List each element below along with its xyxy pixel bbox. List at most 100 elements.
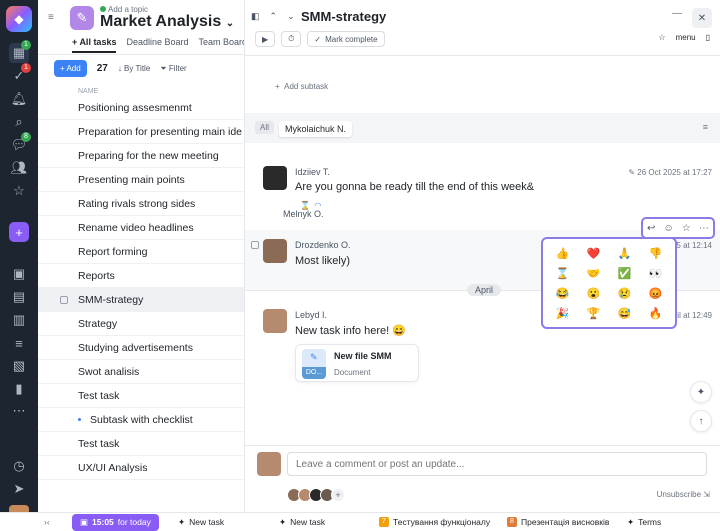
table-icon[interactable]: ▤	[9, 287, 29, 307]
app-logo-icon[interactable]: ◆	[6, 6, 32, 32]
people-icon[interactable]: 👥︎	[9, 158, 29, 178]
chevron-down-icon[interactable]: ⌄	[287, 11, 295, 22]
emoji-party[interactable]: 🎉	[556, 307, 570, 320]
emoji-trophy[interactable]: 🏆	[587, 307, 601, 320]
tab-deadline-board[interactable]: Deadline Board	[126, 37, 188, 53]
emoji-check[interactable]: ✅	[618, 267, 632, 280]
emoji-hourglass[interactable]: ⌛	[556, 267, 570, 280]
emoji-angry[interactable]: 😡	[649, 287, 663, 300]
emoji-thumbs-down[interactable]: 👎	[649, 247, 663, 260]
chat-icon[interactable]: 💬︎ 8	[9, 132, 31, 155]
table-row[interactable]: Preparation for presenting main ide	[38, 120, 244, 144]
unsubscribe-link[interactable]: Unsubscribe ⇲	[657, 490, 710, 499]
emoji-pray[interactable]: 🙏	[618, 247, 632, 260]
chart-icon[interactable]: ▮	[9, 379, 29, 399]
scroll-up-button[interactable]: ↑	[690, 410, 712, 432]
table-row[interactable]: UX/UI Analysis	[38, 456, 244, 480]
add-subscriber-icon[interactable]: +	[331, 488, 345, 502]
add-button[interactable]: + Add	[54, 60, 87, 77]
send-icon[interactable]: ➤	[9, 479, 29, 499]
table-row[interactable]: Reports	[38, 264, 244, 288]
timer-icon[interactable]: ◷	[9, 456, 29, 476]
more-icon[interactable]: ⋯	[699, 223, 709, 234]
project-title[interactable]: Market Analysis ⌄	[100, 13, 234, 31]
message-author[interactable]: Idziiev T.	[295, 167, 330, 177]
layout-icon[interactable]: ▯	[706, 33, 710, 42]
ai-sparkle-button[interactable]: ✦	[690, 381, 712, 403]
timer-button[interactable]: ⏱	[281, 31, 302, 47]
search-icon[interactable]: ⌕	[9, 112, 29, 132]
emoji-heart[interactable]: ❤️	[587, 247, 601, 260]
taskbar-item-terms[interactable]: ✦ Terms	[627, 517, 661, 528]
table-row[interactable]: Positioning assesmenmt	[38, 96, 244, 120]
row-checkbox[interactable]	[60, 295, 68, 304]
gantt-icon[interactable]: ≡	[9, 333, 29, 353]
taskbar-item-testing[interactable]: 7 Тестування функціоналу	[379, 517, 490, 527]
table-row-selected[interactable]: SMM-strategy	[38, 288, 244, 312]
table-row[interactable]: Rename video headlines	[38, 216, 244, 240]
board-icon[interactable]: ▥	[9, 310, 29, 330]
minimize-icon[interactable]: —	[672, 8, 682, 19]
table-row-subtask[interactable]: Subtask with checklist	[38, 408, 244, 432]
briefcase-icon[interactable]: ▣	[9, 264, 29, 284]
tasks-icon[interactable]: ✓ 1	[9, 63, 31, 86]
kanban-icon[interactable]: ▧	[9, 356, 29, 376]
avatar[interactable]	[263, 309, 287, 333]
star-icon[interactable]: ☆	[9, 181, 29, 201]
emoji-icon[interactable]: ☺	[664, 223, 674, 234]
timer-chip[interactable]: ▣ 15:05 for today	[72, 513, 159, 531]
filter-button[interactable]: ⏷ Filter	[160, 64, 186, 74]
message-actions-bar: ↩ ☺ ☆ ⋯	[641, 217, 715, 239]
message-author[interactable]: Lebyd I.	[295, 310, 327, 320]
table-row[interactable]: Report forming	[38, 240, 244, 264]
message-author[interactable]: Drozdenko O.	[295, 240, 351, 250]
emoji-laugh[interactable]: 😂	[556, 287, 570, 300]
emoji-fire[interactable]: 🔥	[649, 307, 663, 320]
sort-button[interactable]: ↓ By Title	[118, 64, 150, 73]
file-attachment[interactable]: ✎ DO... New file SMM Document	[295, 344, 419, 382]
avatar[interactable]	[263, 239, 287, 263]
subscribers[interactable]: +	[287, 488, 345, 502]
taskbar-item-presentation[interactable]: 8 Презентація висновків	[507, 517, 609, 527]
emoji-sweat[interactable]: 😅	[618, 307, 632, 320]
collapse-icon[interactable]: ›‹	[44, 517, 50, 527]
message-checkbox[interactable]	[251, 241, 259, 249]
comment-input[interactable]	[287, 452, 707, 476]
add-icon[interactable]: +	[9, 222, 29, 242]
mark-complete-button[interactable]: ✓ Mark complete	[307, 31, 385, 47]
emoji-handshake[interactable]: 🤝	[587, 267, 601, 280]
tab-team-board[interactable]: Team Board	[199, 37, 244, 53]
emoji-eyes[interactable]: 👀	[649, 267, 663, 280]
reply-icon[interactable]: ↩	[647, 223, 655, 234]
tab-all-tasks[interactable]: + All tasks	[72, 37, 117, 53]
emoji-thumbs-up[interactable]: 👍	[556, 247, 570, 260]
table-row[interactable]: Rating rivals strong sides	[38, 192, 244, 216]
panel-title[interactable]: SMM-strategy	[301, 9, 386, 24]
add-subtask-button[interactable]: + Add subtask	[275, 82, 328, 91]
bell-icon[interactable]: 🔔︎	[9, 89, 29, 109]
filter-lines-icon[interactable]: ≡	[703, 122, 708, 132]
table-row[interactable]: Studying advertisements	[38, 336, 244, 360]
close-icon[interactable]: ✕	[692, 8, 712, 28]
star-icon[interactable]: ☆	[658, 33, 665, 42]
sidebar-toggle-icon[interactable]: ◧	[251, 11, 260, 22]
table-row[interactable]: Strategy	[38, 312, 244, 336]
filter-all[interactable]: All	[255, 121, 274, 134]
table-row[interactable]: Preparing for the new meeting	[38, 144, 244, 168]
table-row[interactable]: Presenting main points	[38, 168, 244, 192]
taskbar-new-task[interactable]: ✦ New task	[178, 517, 224, 528]
table-row[interactable]: Test task	[38, 432, 244, 456]
star-icon[interactable]: ☆	[682, 223, 691, 234]
taskbar-new-task[interactable]: ✦ New task	[279, 517, 325, 528]
play-button[interactable]: ▶	[255, 31, 276, 47]
avatar[interactable]	[263, 166, 287, 190]
table-row[interactable]: Swot analisis	[38, 360, 244, 384]
emoji-sad[interactable]: 😢	[618, 287, 632, 300]
workspace-icon[interactable]: ▦ 1	[9, 40, 31, 63]
menu-button[interactable]: menu	[676, 33, 696, 42]
emoji-wow[interactable]: 😮	[587, 287, 601, 300]
chevron-up-icon[interactable]: ⌃	[270, 11, 278, 22]
menu-icon[interactable]: ≡	[48, 12, 54, 23]
more-icon[interactable]: ⋯	[9, 401, 29, 421]
table-row[interactable]: Test task	[38, 384, 244, 408]
